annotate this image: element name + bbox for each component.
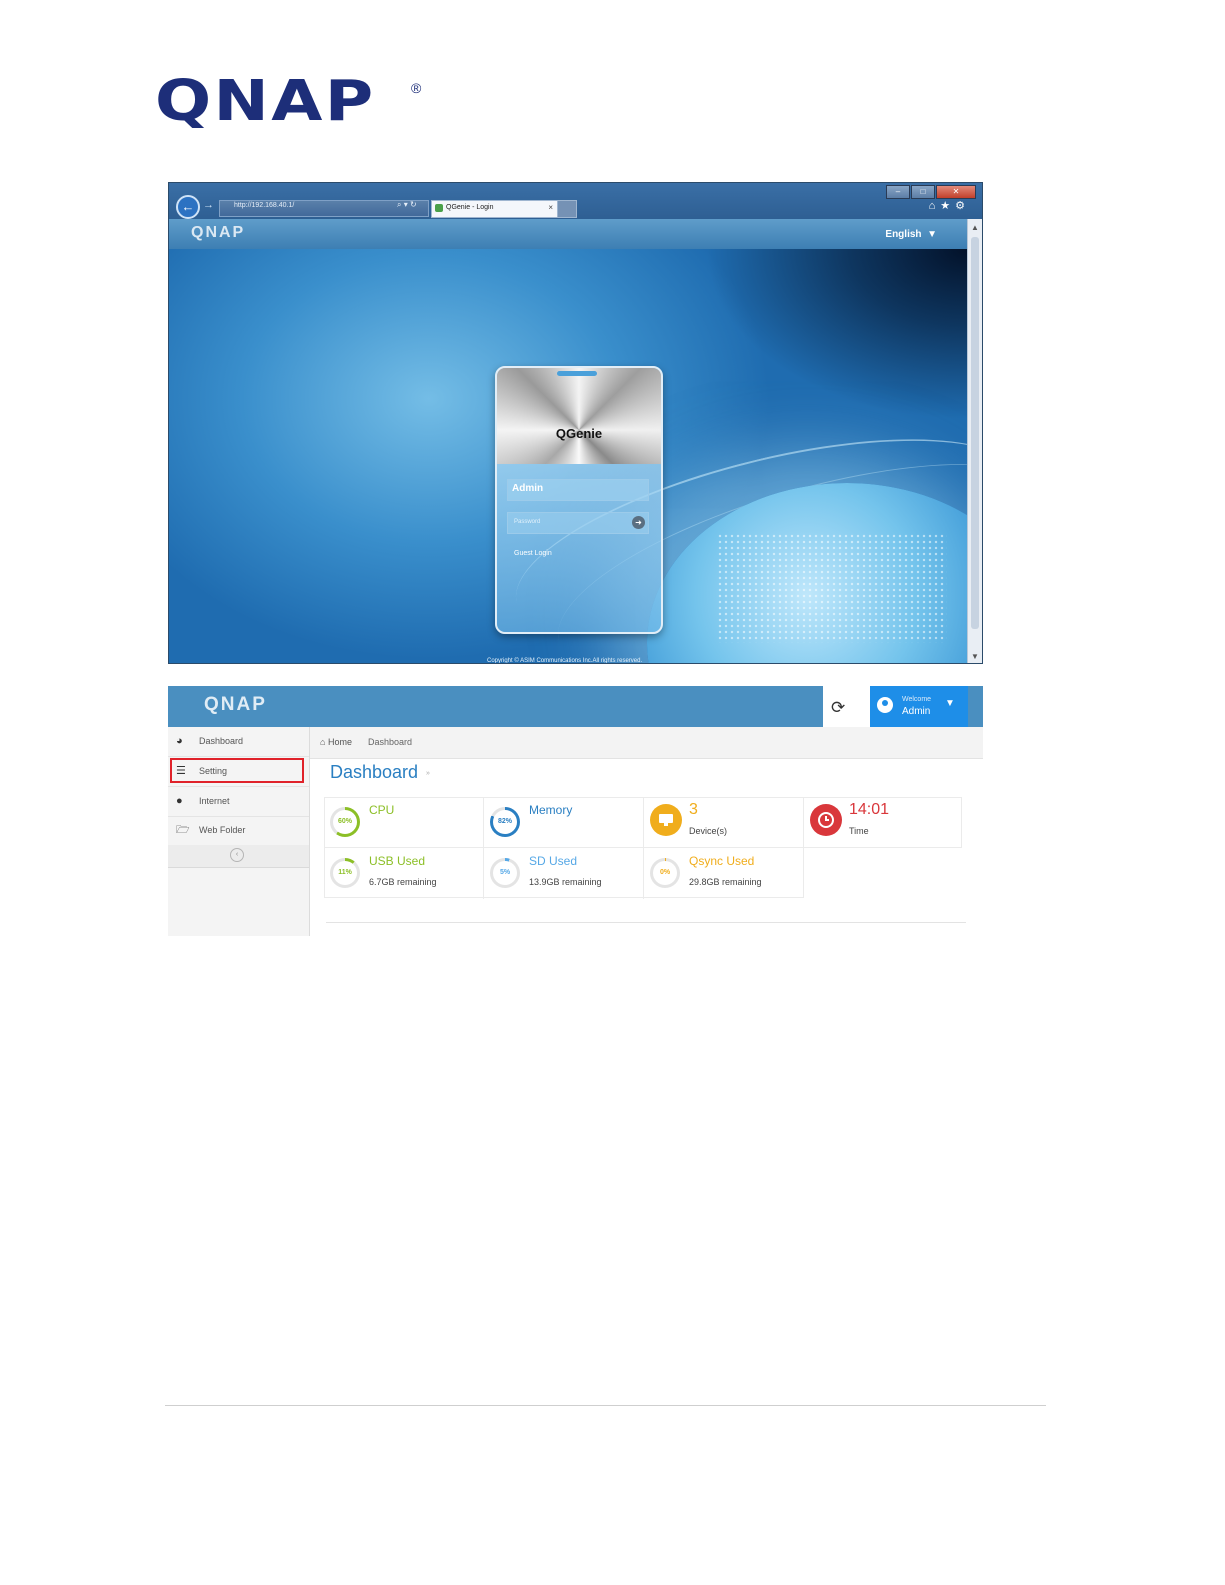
usb-percent: 11%: [338, 869, 352, 876]
home-star-gear-icons[interactable]: ⌂★⚙: [929, 199, 970, 212]
username-field[interactable]: Admin: [507, 479, 649, 501]
memory-ring: 82%: [490, 807, 520, 837]
user-avatar-icon: [877, 697, 893, 713]
home-icon: ⌂: [320, 737, 326, 747]
collapse-chevron-icon[interactable]: ‹: [230, 848, 244, 862]
metric-cpu: 60% CPU: [324, 797, 484, 848]
page-title: Dashboard: [330, 762, 419, 782]
time-label: Time: [849, 826, 869, 836]
copyright-text: Copyright © ASIM Communications Inc.All …: [487, 658, 643, 664]
welcome-label: Welcome: [902, 696, 932, 703]
password-field[interactable]: Password ➜: [507, 512, 649, 534]
qgenie-header-bar: QNAP English ▼: [169, 219, 967, 250]
qsync-percent: 0%: [659, 869, 671, 876]
title-chevron-icon: »: [426, 770, 430, 777]
breadcrumb-current: Dashboard: [368, 737, 413, 747]
dashboard-header: QNAP: [168, 686, 823, 727]
scroll-thumb[interactable]: [971, 237, 979, 629]
tab-qgenie-login[interactable]: QGenie - Login ×: [431, 200, 559, 218]
username-value: Admin: [512, 483, 544, 494]
setting-highlight-box: [170, 758, 304, 783]
tab-title: QGenie - Login: [446, 204, 494, 211]
forward-arrow-icon[interactable]: →: [203, 199, 214, 211]
tab-close-icon[interactable]: ×: [548, 203, 553, 212]
qsync-label: Qsync Used: [689, 854, 755, 868]
favicon-icon: [435, 204, 443, 212]
device-name: QGenie: [555, 426, 603, 441]
monitor-icon: [650, 804, 682, 836]
address-text: http://192.168.40.1/: [234, 202, 295, 209]
sd-percent: 5%: [499, 869, 511, 876]
qsync-remaining: 29.8GB remaining: [689, 877, 762, 887]
dashboard-window: QNAP ⟳ Welcome Admin ▼ ◕ Dashboard ☰ Set…: [168, 686, 983, 936]
cpu-ring: 60%: [330, 807, 360, 837]
dashboard-icon: ◕: [176, 735, 183, 747]
sidebar-item-label: Web Folder: [199, 825, 246, 835]
time-value: 14:01: [849, 801, 890, 818]
sidebar-item-label: Internet: [199, 796, 230, 806]
devices-label: Device(s): [689, 826, 728, 836]
breadcrumb-home-label: Home: [327, 737, 352, 747]
qnap-logo-text: QNAP: [155, 69, 376, 134]
page-footer-rule: [165, 1405, 1046, 1406]
memory-label: Memory: [529, 803, 573, 817]
sidebar-item-internet[interactable]: ● Internet: [168, 787, 309, 817]
metric-qsync: 0% Qsync Used 29.8GB remaining: [644, 848, 804, 899]
metric-sd: 5% SD Used 13.9GB remaining: [484, 848, 644, 899]
content-divider: [326, 922, 966, 923]
caret-down-icon: ▼: [945, 698, 955, 709]
metal-brushed-header: [497, 368, 661, 464]
new-tab-button[interactable]: [557, 200, 577, 218]
sidebar-item-dashboard[interactable]: ◕ Dashboard: [168, 727, 309, 757]
login-background: QGenie Admin Password ➜ Guest Login Copy…: [169, 249, 982, 664]
folder-open-icon: 🗁: [176, 824, 190, 836]
clock-icon: [810, 804, 842, 836]
globe-icon: ●: [176, 795, 183, 807]
scroll-down-icon[interactable]: ▼: [971, 652, 979, 661]
user-menu-button[interactable]: Welcome Admin ▼: [870, 686, 968, 727]
language-label: English: [885, 229, 922, 240]
usb-remaining: 6.7GB remaining: [369, 877, 437, 887]
scroll-up-icon[interactable]: ▲: [971, 223, 979, 232]
usb-label: USB Used: [369, 854, 426, 868]
registered-mark: ®: [411, 80, 422, 96]
memory-percent: 82%: [497, 818, 512, 825]
minimize-button[interactable]: –: [886, 185, 910, 199]
maximize-button[interactable]: □: [911, 185, 935, 199]
sidebar-collapse-bar[interactable]: ‹: [168, 845, 309, 868]
metric-memory: 82% Memory: [484, 797, 644, 848]
usb-ring: 11%: [330, 858, 360, 888]
sd-label: SD Used: [529, 854, 578, 868]
sd-remaining: 13.9GB remaining: [529, 877, 602, 887]
cpu-percent: 60%: [337, 818, 352, 825]
browser-chrome: – □ ✕ ← → http://192.168.40.1/ ⌕ ▾ ↻ QGe…: [169, 183, 982, 219]
cpu-label: CPU: [369, 803, 395, 817]
sidebar-item-web-folder[interactable]: 🗁 Web Folder: [168, 816, 309, 846]
metric-time: 14:01 Time: [804, 797, 962, 848]
breadcrumb: ⌂ Home Dashboard: [310, 727, 983, 759]
metric-usb: 11% USB Used 6.7GB remaining: [324, 848, 484, 899]
sd-ring: 5%: [490, 858, 520, 888]
qnap-document-logo: QNAP ®: [155, 72, 425, 132]
back-arrow-icon[interactable]: ←: [176, 195, 200, 219]
breadcrumb-home[interactable]: ⌂ Home: [320, 737, 352, 747]
qnap-header-logo: QNAP: [191, 224, 246, 241]
guest-login-link[interactable]: Guest Login: [514, 550, 552, 557]
browser-login-window: – □ ✕ ← → http://192.168.40.1/ ⌕ ▾ ↻ QGe…: [168, 182, 983, 664]
password-placeholder: Password: [514, 519, 541, 525]
sidebar-item-label: Dashboard: [199, 736, 244, 746]
vertical-scrollbar[interactable]: ▲ ▼: [967, 219, 982, 663]
close-button[interactable]: ✕: [936, 185, 976, 199]
login-arrow-button[interactable]: ➜: [632, 516, 645, 529]
user-name: Admin: [902, 706, 931, 717]
device-count: 3: [689, 801, 698, 818]
refresh-icon[interactable]: ⟳: [831, 698, 845, 718]
window-controls: – □ ✕: [885, 185, 976, 199]
metric-devices: 3 Device(s): [644, 797, 804, 848]
qsync-ring: 0%: [650, 858, 680, 888]
language-selector[interactable]: English ▼: [885, 229, 937, 240]
qnap-dashboard-logo: QNAP: [204, 694, 267, 715]
search-refresh-icon[interactable]: ⌕ ▾ ↻: [397, 200, 417, 210]
login-card: QGenie Admin Password ➜ Guest Login: [495, 366, 663, 634]
